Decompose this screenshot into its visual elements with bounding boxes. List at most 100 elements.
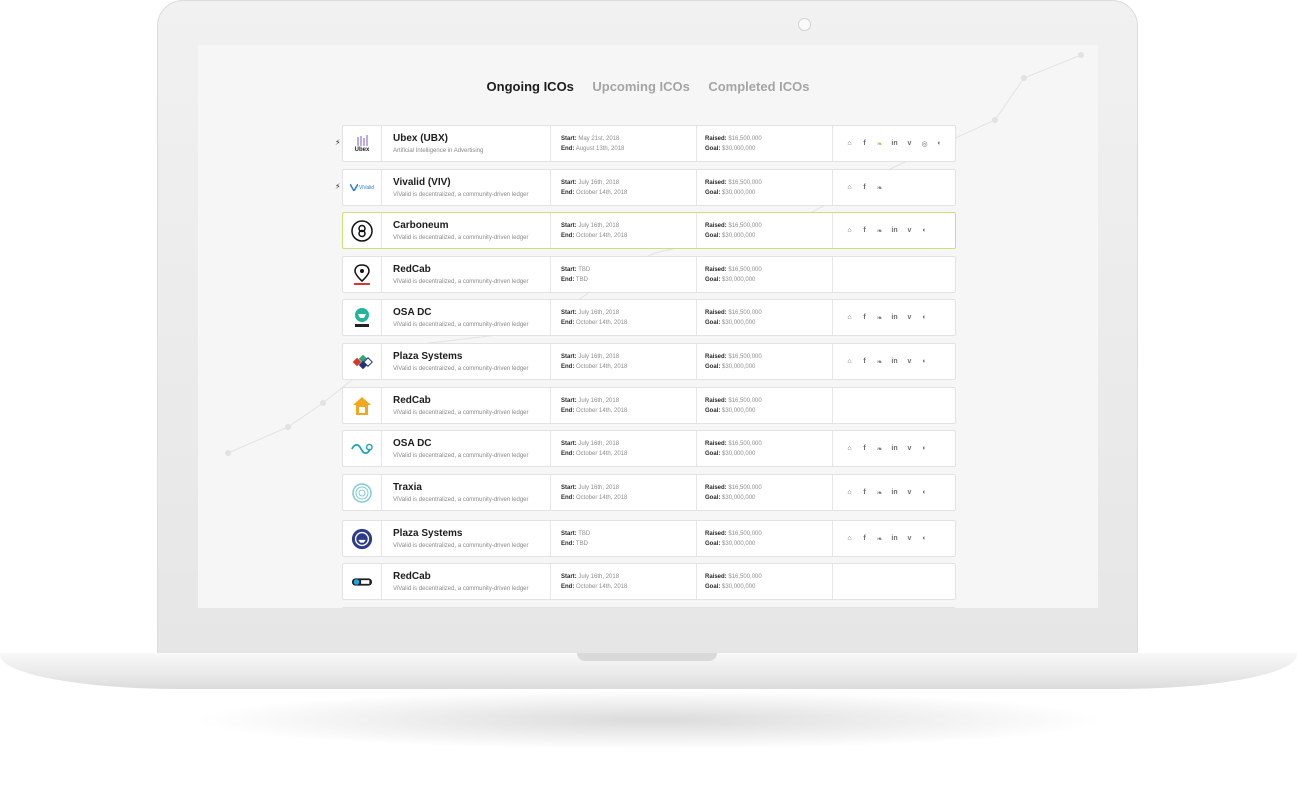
twitter-icon[interactable]: ❧ (874, 138, 885, 149)
goal-amount: $30,000,000 (722, 364, 756, 370)
ico-row[interactable]: ⚡ Ubex Ubex (UBX) Artificial Intelligenc… (335, 125, 956, 162)
twitter-icon[interactable]: ❧ (874, 312, 885, 323)
end-date: October 14th, 2018 (576, 451, 628, 457)
home-icon[interactable]: ⌂ (844, 225, 855, 236)
github-icon[interactable]: ◐ (919, 312, 930, 323)
facebook-icon[interactable]: f (859, 533, 870, 544)
project-description: ViValid is decentralized, a community-dr… (393, 453, 529, 459)
project-name[interactable]: Plaza Systems (393, 528, 550, 540)
project-name[interactable]: Plaza Systems (393, 351, 550, 363)
raised-label: Raised: (705, 485, 727, 491)
project-dates: Start: July 16th, 2018 End: October 14th… (551, 213, 697, 248)
project-dates: Start: July 16th, 2018 End: October 14th… (551, 388, 697, 423)
home-icon[interactable]: ⌂ (844, 533, 855, 544)
vimeo-icon[interactable]: v (904, 443, 915, 454)
goal-amount: $30,000,000 (722, 541, 756, 547)
facebook-icon[interactable]: f (859, 356, 870, 367)
twitter-icon[interactable]: ❧ (874, 443, 885, 454)
tab-completed[interactable]: Completed ICOs (708, 79, 809, 94)
project-info: Plaza Systems ViValid is decentralized, … (382, 344, 551, 379)
project-name[interactable]: Carboneum (393, 220, 550, 232)
project-name[interactable]: RedCab (393, 571, 550, 583)
ico-row[interactable]: RedCab ViValid is decentralized, a commu… (342, 563, 956, 600)
vimeo-icon[interactable]: v (904, 487, 915, 498)
github-icon[interactable]: ◐ (919, 533, 930, 544)
twitter-icon[interactable]: ❧ (874, 533, 885, 544)
project-logo-cell (343, 431, 382, 466)
vimeo-icon[interactable]: v (904, 225, 915, 236)
ico-row[interactable]: Plaza Systems ViValid is decentralized, … (342, 343, 956, 380)
vimeo-icon[interactable]: v (904, 533, 915, 544)
project-description: ViValid is decentralized, a community-dr… (393, 279, 529, 285)
facebook-icon[interactable]: f (859, 138, 870, 149)
goal-amount: $30,000,000 (722, 495, 756, 501)
project-dates: Start: July 16th, 2018 End: October 14th… (551, 170, 697, 205)
project-name[interactable]: OSA DC (393, 307, 550, 319)
ico-row[interactable]: ⚡ ViValid Vivalid (VIV) ViValid is decen… (335, 169, 956, 206)
github-icon[interactable]: ◐ (919, 487, 930, 498)
ico-row[interactable]: RedCab ViValid is decentralized, a commu… (342, 387, 956, 424)
facebook-icon[interactable]: f (859, 312, 870, 323)
start-date: July 16th, 2018 (578, 398, 620, 404)
ico-row[interactable]: OSA DC ViValid is decentralized, a commu… (342, 430, 956, 467)
home-icon[interactable]: ⌂ (844, 138, 855, 149)
home-icon[interactable]: ⌂ (844, 487, 855, 498)
home-icon[interactable]: ⌂ (844, 443, 855, 454)
github-icon[interactable]: ◐ (934, 138, 945, 149)
instagram-icon[interactable]: ◎ (919, 138, 930, 149)
house-logo (351, 395, 373, 417)
project-name[interactable]: Traxia (393, 482, 550, 494)
ico-row[interactable]: Carboneum ViValid is decentralized, a co… (342, 212, 956, 249)
project-name[interactable]: RedCab (393, 264, 550, 276)
twitter-icon[interactable]: ❧ (874, 225, 885, 236)
end-label: End: (561, 320, 575, 326)
home-icon[interactable]: ⌂ (844, 356, 855, 367)
logo-text: ViValid (358, 184, 375, 191)
ico-row[interactable]: Plaza Systems ViValid is decentralized, … (342, 520, 956, 557)
social-links: ⌂ f ❧ in v ◎ ◐ (833, 126, 955, 161)
vimeo-icon[interactable]: v (904, 138, 915, 149)
ico-row[interactable]: RedCab ViValid is decentralized, a commu… (342, 256, 956, 293)
start-label: Start: (561, 485, 577, 491)
vimeo-icon[interactable]: v (904, 356, 915, 367)
linkedin-icon[interactable]: in (889, 138, 900, 149)
project-name[interactable]: Vivalid (VIV) (393, 177, 550, 189)
ico-row[interactable]: Traxia ViValid is decentralized, a commu… (342, 474, 956, 511)
linkedin-icon[interactable]: in (889, 533, 900, 544)
twitter-icon[interactable]: ❧ (874, 182, 885, 193)
linkedin-icon[interactable]: in (889, 225, 900, 236)
project-name[interactable]: OSA DC (393, 438, 550, 450)
home-icon[interactable]: ⌂ (844, 182, 855, 193)
project-logo-cell (343, 388, 382, 423)
goal-label: Goal: (705, 584, 721, 590)
goal-label: Goal: (705, 541, 721, 547)
github-icon[interactable]: ◐ (919, 356, 930, 367)
goal-amount: $30,000,000 (722, 451, 756, 457)
vimeo-icon[interactable]: v (904, 312, 915, 323)
project-funding: Raised: $16,500,000 Goal: $30,000,000 (697, 126, 833, 161)
tab-ongoing[interactable]: Ongoing ICOs (487, 79, 574, 94)
linkedin-icon[interactable]: in (889, 443, 900, 454)
linkedin-icon[interactable]: in (889, 312, 900, 323)
twitter-icon[interactable]: ❧ (874, 487, 885, 498)
linkedin-icon[interactable]: in (889, 356, 900, 367)
start-date: July 16th, 2018 (578, 180, 620, 186)
facebook-icon[interactable]: f (859, 443, 870, 454)
github-icon[interactable]: ◐ (919, 443, 930, 454)
project-name[interactable]: Ubex (UBX) (393, 133, 550, 145)
start-date: July 16th, 2018 (578, 574, 620, 580)
facebook-icon[interactable]: f (859, 182, 870, 193)
facebook-icon[interactable]: f (859, 225, 870, 236)
linkedin-icon[interactable]: in (889, 487, 900, 498)
twitter-icon[interactable]: ❧ (874, 356, 885, 367)
tab-upcoming[interactable]: Upcoming ICOs (592, 79, 690, 94)
start-date: TBD (578, 267, 591, 273)
project-description: ViValid is decentralized, a community-dr… (393, 497, 529, 503)
end-label: End: (561, 541, 575, 547)
ico-row[interactable]: OSA DC ViValid is decentralized, a commu… (342, 299, 956, 336)
home-icon[interactable]: ⌂ (844, 312, 855, 323)
project-name[interactable]: RedCab (393, 395, 550, 407)
facebook-icon[interactable]: f (859, 487, 870, 498)
goal-amount: $30,000,000 (722, 320, 756, 326)
github-icon[interactable]: ◐ (919, 225, 930, 236)
